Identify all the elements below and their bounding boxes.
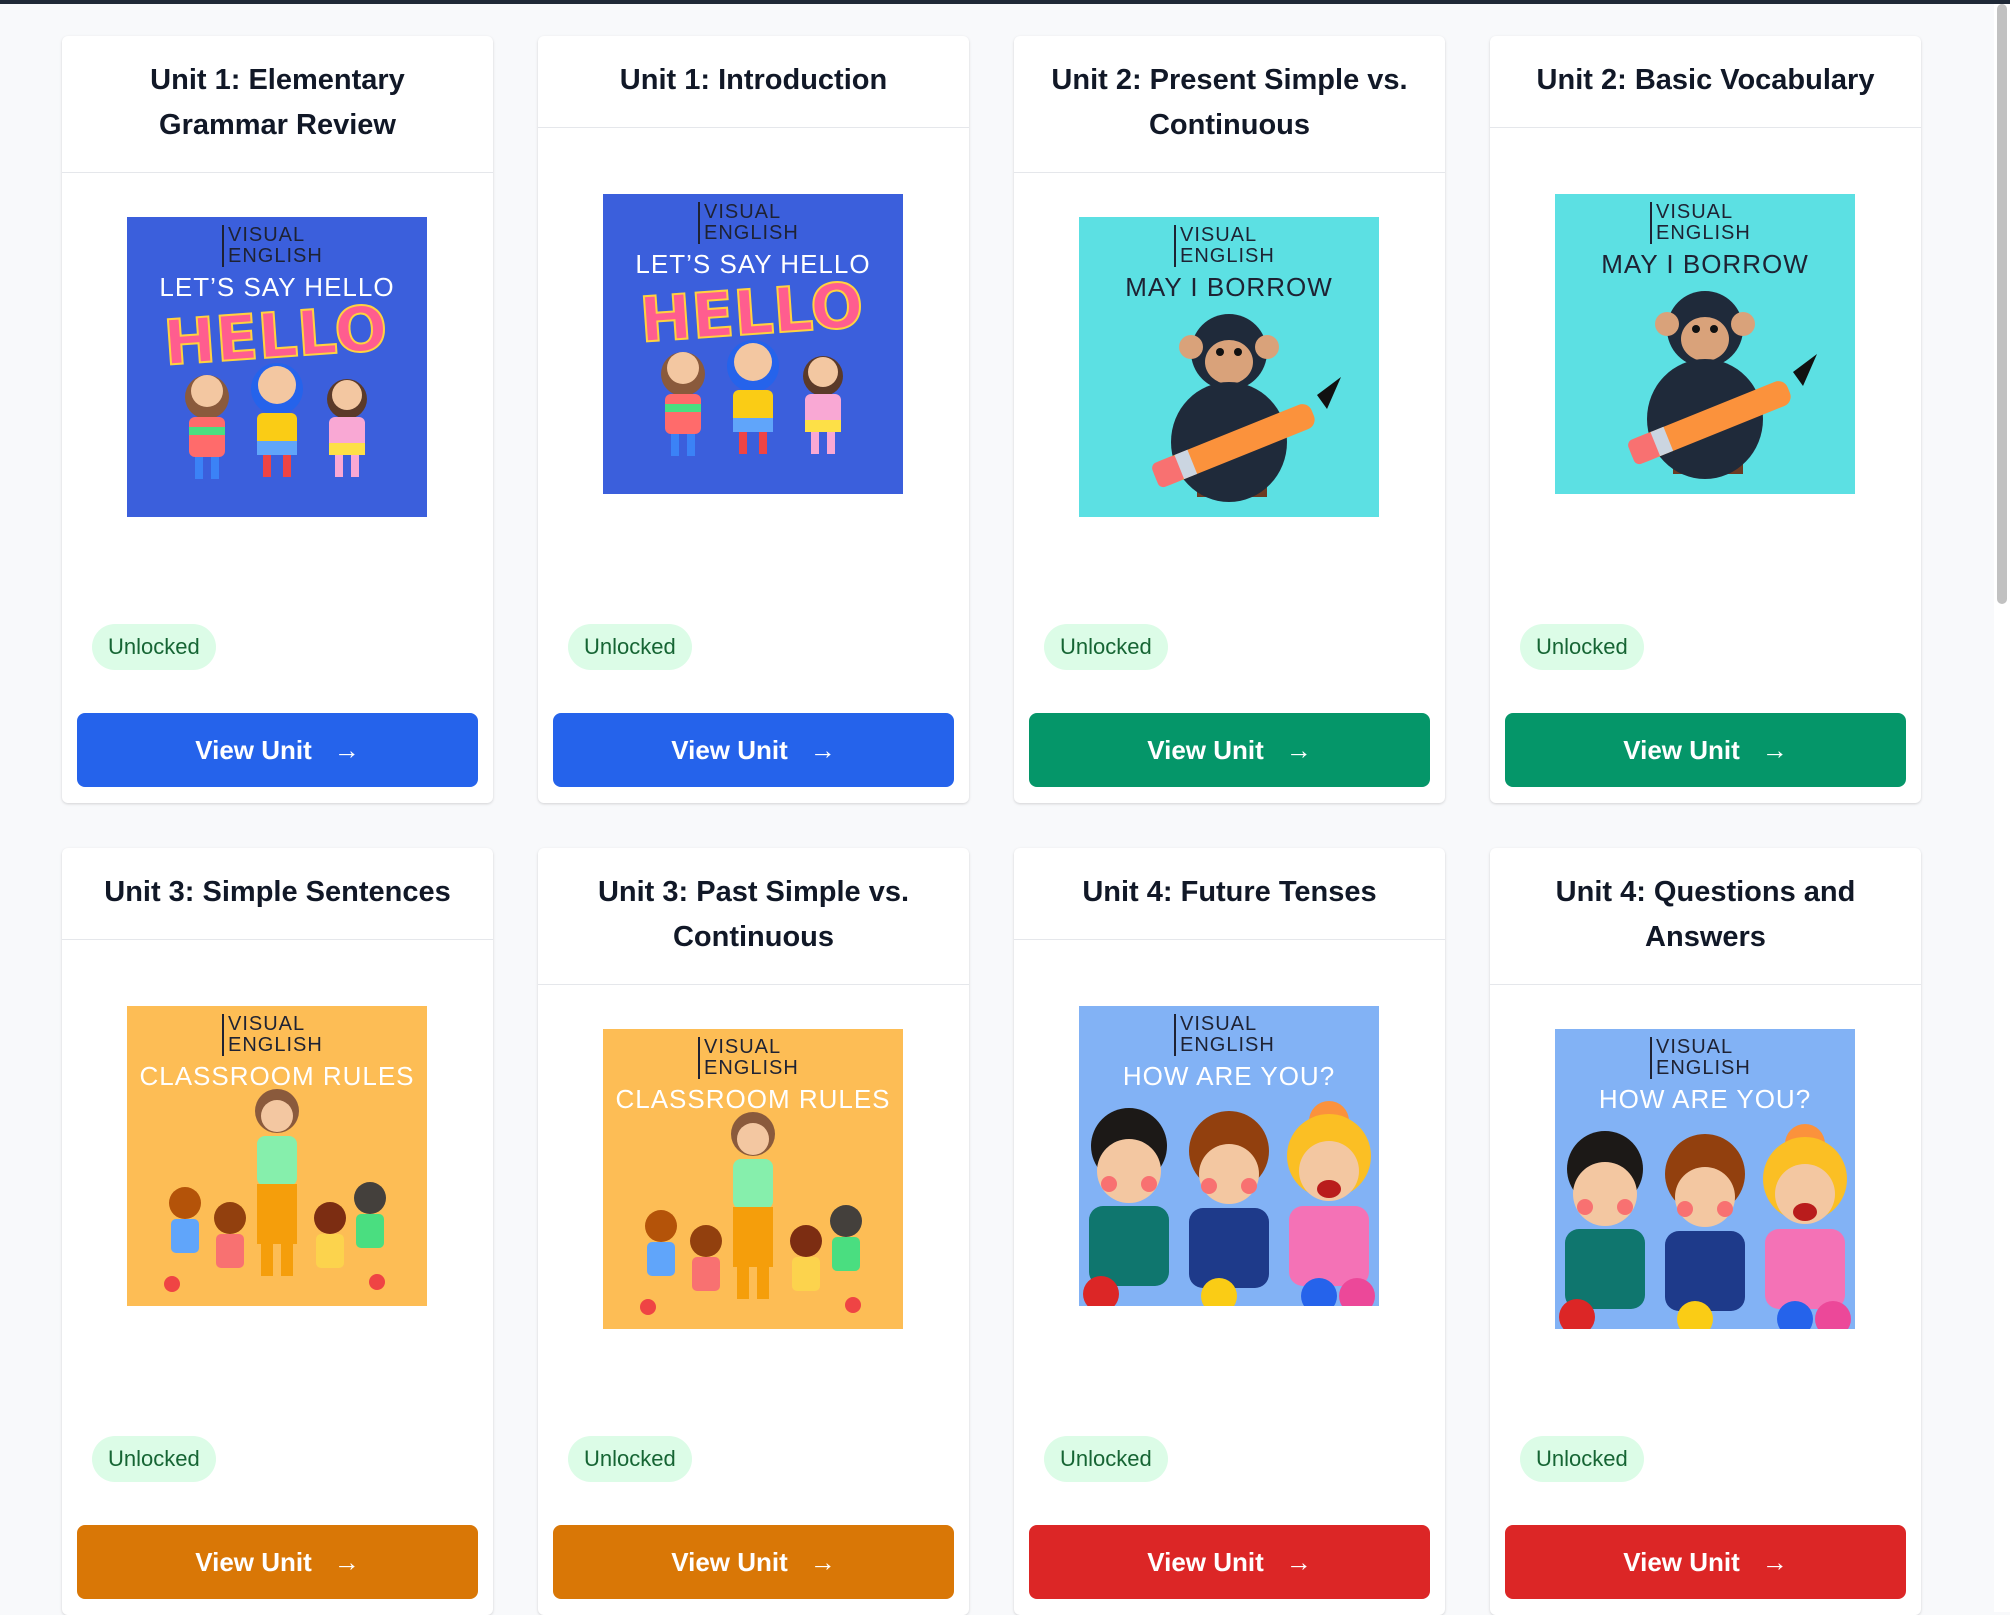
button-label: View Unit — [1623, 1546, 1740, 1577]
unit-card: Unit 2: Basic Vocabulary VISUAL ENGLISH M… — [1490, 36, 1921, 803]
button-label: View Unit — [195, 734, 312, 765]
unit-card: Unit 3: Simple Sentences VISUAL ENGLISH C… — [62, 848, 493, 1615]
card-body: VISUAL ENGLISH MAY I BORROW Unlocked — [1014, 173, 1445, 713]
status-badge: Unlocked — [1520, 1436, 1644, 1482]
status-badge: Unlocked — [92, 624, 216, 670]
card-body: VISUAL ENGLISH CLASSROOM RULES Unlocked — [538, 985, 969, 1525]
visual-english-logo: VISUAL ENGLISH — [222, 225, 323, 267]
top-border — [0, 0, 2010, 4]
thumbnail-subtitle: CLASSROOM RULES — [139, 1061, 415, 1091]
unit-title: Unit 1: Elementary Grammar Review — [62, 36, 493, 173]
unit-thumbnail: VISUAL ENGLISH CLASSROOM RULES — [603, 1029, 903, 1329]
thumbnail-subtitle: MAY I BORROW — [1601, 249, 1809, 279]
visual-english-logo: VISUAL ENGLISH — [698, 1037, 799, 1079]
view-unit-button[interactable]: View Unit → — [553, 713, 954, 787]
unit-card: Unit 1: Introduction HELLO VISUAL ENGLIS… — [538, 36, 969, 803]
unit-card: Unit 4: Questions and Answers VISUAL ENG… — [1490, 848, 1921, 1615]
status-badge: Unlocked — [568, 1436, 692, 1482]
unit-thumbnail: HELLO VISUAL ENGLISH LET’S SAY HELLO — [127, 217, 427, 517]
unit-title: Unit 1: Introduction — [538, 36, 969, 128]
unit-thumbnail: VISUAL ENGLISH MAY I BORROW — [1555, 194, 1855, 494]
arrow-right-icon: → — [809, 734, 836, 765]
button-label: View Unit — [1623, 734, 1740, 765]
arrow-right-icon: → — [1285, 1546, 1312, 1577]
view-unit-button[interactable]: View Unit → — [1505, 713, 1906, 787]
unit-thumbnail: VISUAL ENGLISH HOW ARE YOU? — [1555, 1029, 1855, 1329]
button-label: View Unit — [671, 734, 788, 765]
arrow-right-icon: → — [1761, 1546, 1788, 1577]
arrow-right-icon: → — [809, 1546, 836, 1577]
scrollbar-thumb[interactable] — [1997, 4, 2007, 604]
thumbnail-subtitle: MAY I BORROW — [1125, 272, 1333, 302]
unit-thumbnail: VISUAL ENGLISH MAY I BORROW — [1079, 217, 1379, 517]
card-body: HELLO VISUAL ENGLISH LET’S SAY HELLO Unl… — [538, 128, 969, 713]
unit-title: Unit 4: Future Tenses — [1014, 848, 1445, 940]
view-unit-button[interactable]: View Unit → — [553, 1525, 954, 1599]
thumbnail-subtitle: CLASSROOM RULES — [615, 1084, 891, 1114]
view-unit-button[interactable]: View Unit → — [77, 713, 478, 787]
button-label: View Unit — [1147, 1546, 1264, 1577]
arrow-right-icon: → — [333, 734, 360, 765]
arrow-right-icon: → — [1285, 734, 1312, 765]
visual-english-logo: VISUAL ENGLISH — [1650, 202, 1751, 244]
unit-card: Unit 1: Elementary Grammar Review HELLO — [62, 36, 493, 803]
unit-card: Unit 3: Past Simple vs. Continuous VISUA… — [538, 848, 969, 1615]
visual-english-logo: VISUAL ENGLISH — [698, 202, 799, 244]
view-unit-button[interactable]: View Unit → — [77, 1525, 478, 1599]
card-body: VISUAL ENGLISH HOW ARE YOU? Unlocked — [1490, 985, 1921, 1525]
unit-thumbnail: HELLO VISUAL ENGLISH LET’S SAY HELLO — [603, 194, 903, 494]
thumbnail-subtitle: HOW ARE YOU? — [1122, 1061, 1336, 1091]
status-badge: Unlocked — [1044, 624, 1168, 670]
visual-english-logo: VISUAL ENGLISH — [1174, 225, 1275, 267]
unit-title: Unit 3: Simple Sentences — [62, 848, 493, 940]
status-badge: Unlocked — [92, 1436, 216, 1482]
view-unit-button[interactable]: View Unit → — [1029, 1525, 1430, 1599]
unit-title: Unit 2: Basic Vocabulary — [1490, 36, 1921, 128]
arrow-right-icon: → — [333, 1546, 360, 1577]
card-body: VISUAL ENGLISH HOW ARE YOU? Unlocked — [1014, 940, 1445, 1525]
unit-thumbnail: VISUAL ENGLISH CLASSROOM RULES — [127, 1006, 427, 1306]
unit-title: Unit 3: Past Simple vs. Continuous — [538, 848, 969, 985]
unit-grid: Unit 1: Elementary Grammar Review HELLO — [62, 36, 1921, 1615]
button-label: View Unit — [671, 1546, 788, 1577]
visual-english-logo: VISUAL ENGLISH — [1174, 1014, 1275, 1056]
unit-title: Unit 4: Questions and Answers — [1490, 848, 1921, 985]
button-label: View Unit — [1147, 734, 1264, 765]
thumbnail-subtitle: HOW ARE YOU? — [1598, 1084, 1812, 1114]
button-label: View Unit — [195, 1546, 312, 1577]
unit-title: Unit 2: Present Simple vs. Continuous — [1014, 36, 1445, 173]
visual-english-logo: VISUAL ENGLISH — [222, 1014, 323, 1056]
thumbnail-subtitle: LET’S SAY HELLO — [635, 249, 871, 279]
card-body: VISUAL ENGLISH CLASSROOM RULES Unlocked — [62, 940, 493, 1525]
thumbnail-subtitle: LET’S SAY HELLO — [159, 272, 395, 302]
view-unit-button[interactable]: View Unit → — [1029, 713, 1430, 787]
scrollbar[interactable] — [1994, 4, 2010, 1612]
card-body: VISUAL ENGLISH MAY I BORROW Unlocked — [1490, 128, 1921, 713]
arrow-right-icon: → — [1761, 734, 1788, 765]
status-badge: Unlocked — [1520, 624, 1644, 670]
view-unit-button[interactable]: View Unit → — [1505, 1525, 1906, 1599]
unit-thumbnail: VISUAL ENGLISH HOW ARE YOU? — [1079, 1006, 1379, 1306]
status-badge: Unlocked — [568, 624, 692, 670]
card-body: HELLO VISUAL ENGLISH LET’S SAY HELLO Unl… — [62, 173, 493, 713]
visual-english-logo: VISUAL ENGLISH — [1650, 1037, 1751, 1079]
unit-card: Unit 2: Present Simple vs. Continuous VI… — [1014, 36, 1445, 803]
unit-card: Unit 4: Future Tenses VISUAL ENGLISH HOW… — [1014, 848, 1445, 1615]
status-badge: Unlocked — [1044, 1436, 1168, 1482]
